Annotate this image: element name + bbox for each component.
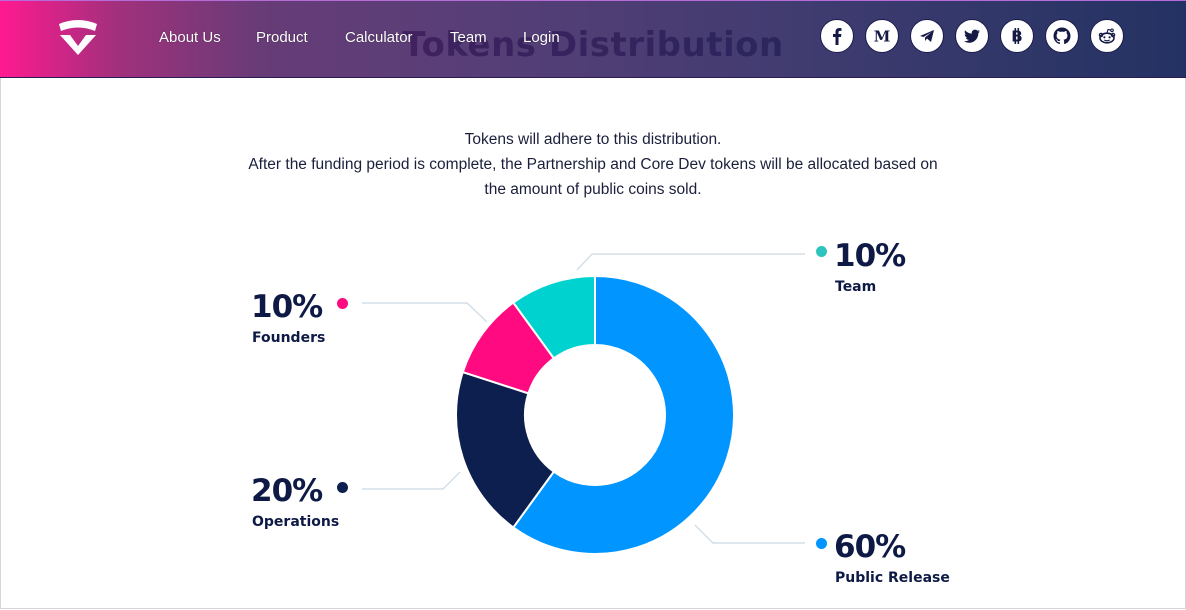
operations-label: Operations xyxy=(252,514,340,530)
public-release-label: Public Release xyxy=(835,570,950,586)
public-release-percent: 60% xyxy=(834,529,906,565)
leader-line-operations xyxy=(362,471,461,490)
public-release-dot xyxy=(816,538,827,549)
operations-percent: 20% xyxy=(251,473,323,509)
founders-dot xyxy=(337,298,348,309)
team-dot xyxy=(816,246,827,257)
donut-chart xyxy=(362,253,805,555)
leader-line-founders xyxy=(362,302,488,323)
leader-line-team xyxy=(576,253,805,271)
founders-label: Founders xyxy=(252,330,326,346)
team-percent: 10% xyxy=(834,238,906,274)
team-label: Team xyxy=(835,279,877,295)
founders-percent: 10% xyxy=(251,289,323,325)
leader-line-public-release xyxy=(694,524,805,544)
operations-dot xyxy=(337,482,348,493)
